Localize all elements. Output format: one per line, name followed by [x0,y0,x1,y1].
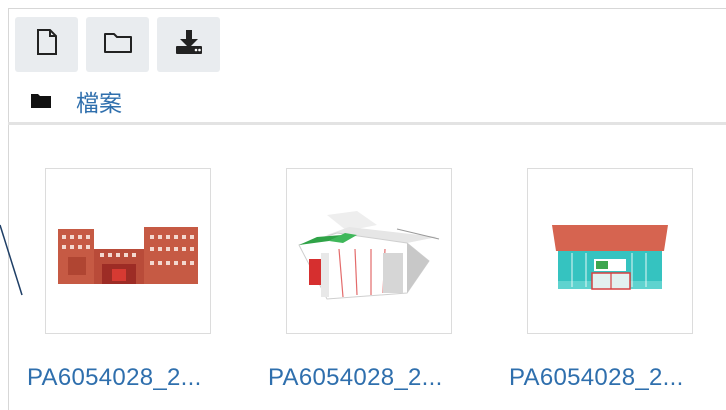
toolbar-divider [8,122,726,125]
file-name[interactable]: PA6054028_2... [27,364,227,392]
file-thumbnail[interactable] [45,168,211,334]
breadcrumb: 檔案 [30,86,122,116]
new-file-icon [35,28,59,61]
download-button[interactable] [157,17,220,72]
new-folder-icon [103,30,133,59]
file-thumbnail[interactable] [527,168,693,334]
folder-icon [30,92,52,110]
breadcrumb-folder-link[interactable]: 檔案 [76,84,122,118]
file-name[interactable]: PA6054028_2... [268,364,468,392]
toolbar [15,17,220,72]
download-icon [175,29,203,60]
file-thumbnail[interactable] [286,168,452,334]
new-file-button[interactable] [15,17,78,72]
new-folder-button[interactable] [86,17,149,72]
file-name[interactable]: PA6054028_2... [509,364,709,392]
